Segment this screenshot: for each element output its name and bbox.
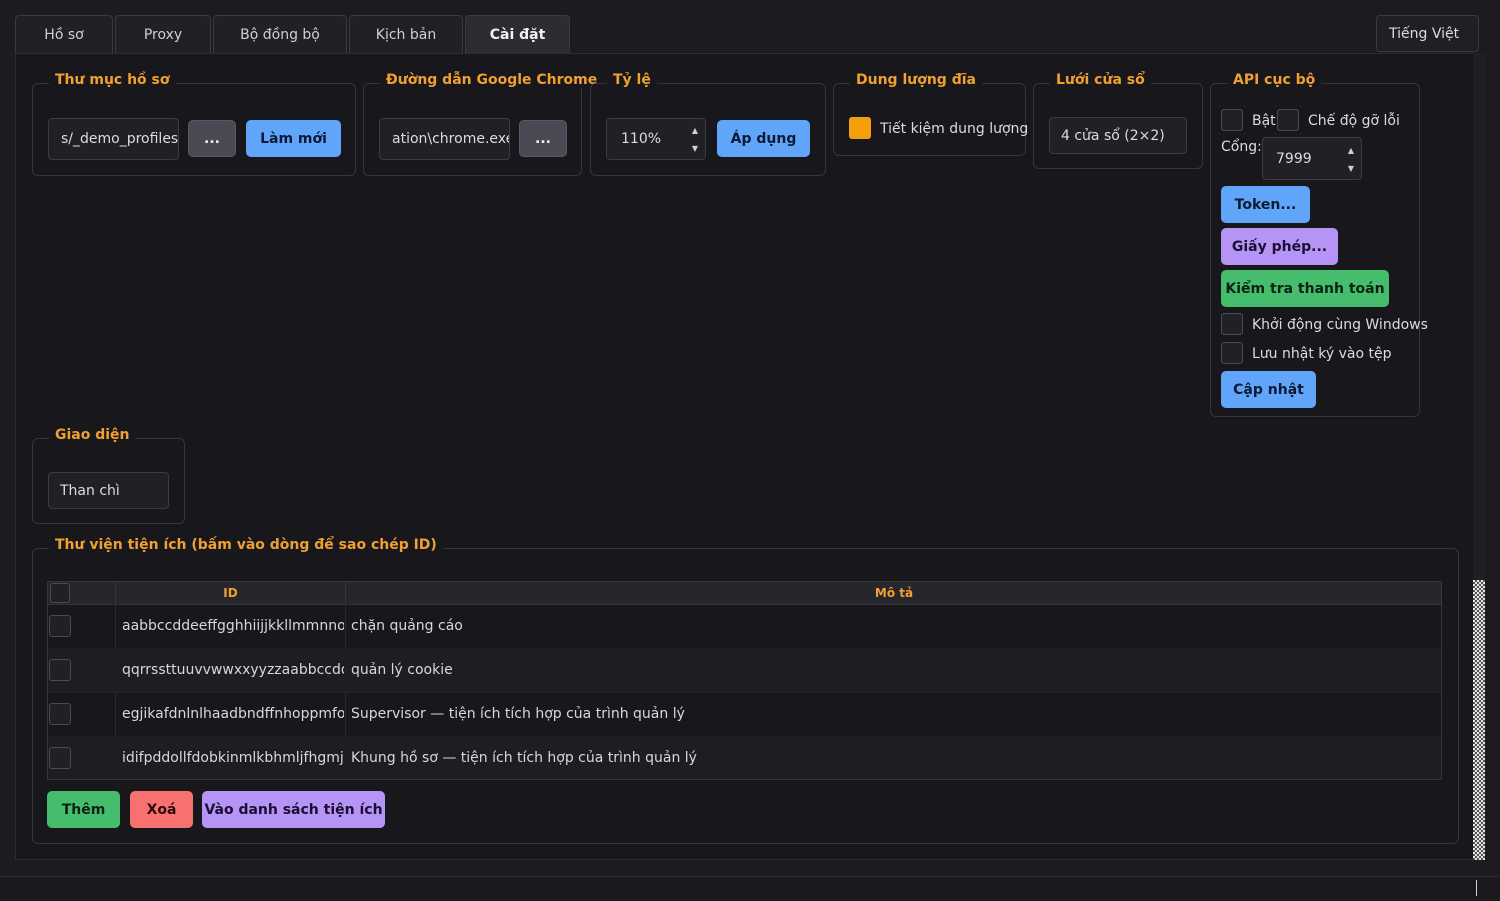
extensions-table: ID Mô tả aabbccddeeffgghhiijjkkllmmnnoop… — [47, 581, 1442, 780]
disk-legend: Dung lượng đĩa — [850, 72, 982, 88]
disk-group: Dung lượng đĩa Tiết kiệm dung lượng — [833, 72, 1029, 156]
delete-extension-button[interactable]: Xoá — [130, 791, 193, 828]
tab-sync[interactable]: Bộ đồng bộ — [213, 15, 347, 53]
window-grid-select[interactable]: 4 cửa sổ (2×2) — [1049, 117, 1187, 154]
profiles-folder-browse-button[interactable]: ... — [188, 120, 236, 157]
scale-legend: Tỷ lệ — [607, 72, 657, 88]
status-bar-divider — [1476, 880, 1477, 896]
tab-profiles[interactable]: Hồ sơ — [15, 15, 113, 53]
table-row[interactable]: qqrrssttuuvvwwxxyyzzaabbccddeeff quản lý… — [48, 648, 1441, 693]
id-column-header[interactable]: ID — [115, 582, 345, 604]
chrome-path-legend: Đường dẫn Google Chrome — [380, 72, 604, 88]
spin-up-icon[interactable]: ▲ — [689, 123, 701, 137]
table-row[interactable]: aabbccddeeffgghhiijjkkllmmnnoopp chặn qu… — [48, 604, 1441, 649]
chrome-path-group: Đường dẫn Google Chrome ation\chrome.exe… — [363, 72, 604, 176]
tab-settings[interactable]: Cài đặt — [465, 15, 570, 53]
window-grid-legend: Lưới cửa sổ — [1050, 72, 1151, 88]
token-button[interactable]: Token... — [1221, 186, 1310, 223]
tab-bar: Hồ sơ Proxy Bộ đồng bộ Kịch bản Cài đặt … — [0, 0, 1500, 54]
theme-select[interactable]: Than chì — [48, 472, 169, 509]
row-checkbox[interactable] — [49, 615, 71, 637]
extension-description: chặn quảng cáo — [351, 618, 463, 634]
window-grid-group: Lưới cửa sổ 4 cửa sổ (2×2) — [1033, 72, 1203, 169]
license-button[interactable]: Giấy phép... — [1221, 228, 1338, 265]
api-enable-label: Bật — [1252, 113, 1276, 129]
add-extension-button[interactable]: Thêm — [47, 791, 120, 828]
tab-scripts[interactable]: Kịch bản — [349, 15, 463, 53]
startup-label: Khởi động cùng Windows — [1252, 317, 1428, 333]
scale-spinbox[interactable]: 110% ▲ ▼ — [606, 118, 706, 160]
spin-up-icon[interactable]: ▲ — [1345, 143, 1357, 157]
port-spinbox[interactable]: 7999 ▲ ▼ — [1262, 137, 1362, 180]
chrome-path-browse-button[interactable]: ... — [519, 120, 567, 157]
port-label: Cổng: — [1221, 139, 1262, 155]
spin-down-icon[interactable]: ▼ — [689, 141, 701, 155]
profiles-folder-group: Thư mục hồ sơ s/_demo_profiles ... Làm m… — [32, 72, 356, 176]
extension-id: idifpddollfdobkinmlkbhmljfhgmjki — [122, 750, 344, 766]
api-enable-checkbox[interactable] — [1221, 109, 1243, 131]
save-log-checkbox[interactable] — [1221, 342, 1243, 364]
status-bar — [0, 876, 1500, 901]
row-checkbox[interactable] — [49, 703, 71, 725]
startup-checkbox[interactable] — [1221, 313, 1243, 335]
save-space-checkbox[interactable] — [849, 117, 871, 139]
table-row[interactable]: idifpddollfdobkinmlkbhmljfhgmjki Khung h… — [48, 736, 1441, 779]
language-select[interactable]: Tiếng Việt — [1376, 15, 1479, 52]
spin-down-icon[interactable]: ▼ — [1345, 161, 1357, 175]
chrome-path-input[interactable]: ation\chrome.exe — [379, 118, 510, 160]
theme-group: Giao diện Than chì — [32, 427, 185, 524]
scale-group: Tỷ lệ 110% ▲ ▼ Áp dụng — [590, 72, 826, 176]
extension-id: qqrrssttuuvvwwxxyyzzaabbccddeeff — [122, 662, 344, 678]
extension-id: egjikafdnlnlhaadbndffnhoppmfofej — [122, 706, 344, 722]
table-header: ID Mô tả — [48, 582, 1441, 605]
scrollbar-thumb[interactable] — [1473, 580, 1485, 860]
local-api-group: API cục bộ Bật Chế độ gỡ lỗi Cổng: 7999 … — [1210, 72, 1428, 417]
settings-panel: Thư mục hồ sơ s/_demo_profiles ... Làm m… — [15, 53, 1473, 860]
row-checkbox[interactable] — [49, 747, 71, 769]
extension-description: Supervisor — tiện ích tích hợp của trình… — [351, 706, 685, 722]
save-log-label: Lưu nhật ký vào tệp — [1252, 346, 1392, 362]
debug-mode-label: Chế độ gỡ lỗi — [1308, 113, 1400, 129]
check-payment-button[interactable]: Kiểm tra thanh toán — [1221, 270, 1389, 307]
theme-legend: Giao diện — [49, 427, 136, 443]
debug-mode-checkbox[interactable] — [1277, 109, 1299, 131]
profiles-folder-input[interactable]: s/_demo_profiles — [48, 118, 179, 160]
row-checkbox[interactable] — [49, 659, 71, 681]
extension-store-button[interactable]: Vào danh sách tiện ích — [202, 791, 385, 828]
description-column-header[interactable]: Mô tả — [345, 582, 1441, 604]
save-space-label: Tiết kiệm dung lượng — [880, 121, 1029, 137]
port-value: 7999 — [1276, 150, 1312, 167]
scale-value: 110% — [621, 131, 662, 147]
extension-description: quản lý cookie — [351, 662, 453, 678]
table-row[interactable]: egjikafdnlnlhaadbndffnhoppmfofej Supervi… — [48, 692, 1441, 737]
apply-scale-button[interactable]: Áp dụng — [717, 120, 810, 157]
profiles-folder-legend: Thư mục hồ sơ — [49, 72, 176, 88]
local-api-legend: API cục bộ — [1227, 72, 1322, 88]
tab-proxy[interactable]: Proxy — [115, 15, 211, 53]
refresh-button[interactable]: Làm mới — [246, 120, 341, 157]
select-all-checkbox[interactable] — [50, 583, 70, 603]
update-button[interactable]: Cập nhật — [1221, 371, 1316, 408]
extension-library-legend: Thư viện tiện ích (bấm vào dòng để sao c… — [49, 537, 443, 553]
extension-description: Khung hồ sơ — tiện ích tích hợp của trìn… — [351, 750, 697, 766]
extension-id: aabbccddeeffgghhiijjkkllmmnnoopp — [122, 618, 344, 634]
select-all-header — [48, 582, 115, 604]
